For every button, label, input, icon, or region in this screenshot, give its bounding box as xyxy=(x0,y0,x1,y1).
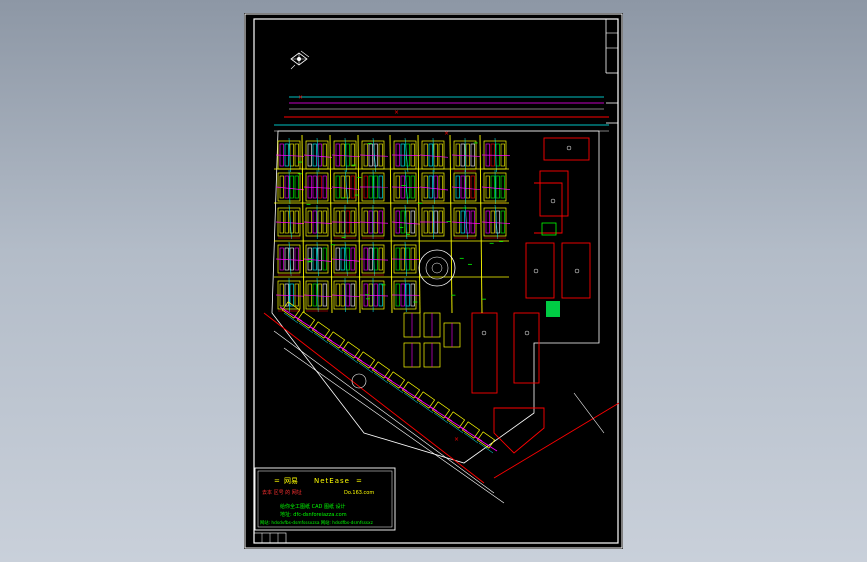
svg-text:×: × xyxy=(394,109,399,116)
title-line3: 给你全工图纸 CAD 图纸 设计 xyxy=(280,503,346,510)
svg-text:×: × xyxy=(454,436,459,443)
parking-hatch xyxy=(546,301,560,317)
brand-en: NetEase xyxy=(314,477,350,485)
title-line2-left: 去本 区号 的 网址 xyxy=(262,489,302,496)
svg-text:=: = xyxy=(274,477,280,485)
north-arrow-icon xyxy=(290,50,310,70)
residential-blocks xyxy=(274,134,511,454)
title-line4: 地址: dfc-dsnforeiazza.com xyxy=(280,511,347,518)
drawing-sheet[interactable]: × × × × = = 网易 NetEase 去本 区号 的 网址 Do.163… xyxy=(244,13,623,549)
brand-cn: 网易 xyxy=(284,477,298,485)
central-plaza xyxy=(418,249,456,287)
drawing-viewport[interactable]: × × × × = = 网易 NetEase 去本 区号 的 网址 Do.163… xyxy=(0,0,867,562)
svg-text:×: × xyxy=(298,94,303,101)
site-plan-drawing[interactable]: × × × × = = 网易 NetEase 去本 区号 的 网址 Do.163… xyxy=(244,13,623,549)
top-road: × × × xyxy=(274,94,609,137)
title-block: = = 网易 NetEase 去本 区号 的 网址 Do.163.com 给你全… xyxy=(254,467,396,531)
title-line5: 网站: hdsdvfbs-dsmfsssxzsa 网站: hdsdfbs-dsm… xyxy=(260,519,374,526)
title-line2-right: Do.163.com xyxy=(344,490,374,496)
site-boundary xyxy=(271,130,600,464)
svg-text:=: = xyxy=(356,477,362,485)
